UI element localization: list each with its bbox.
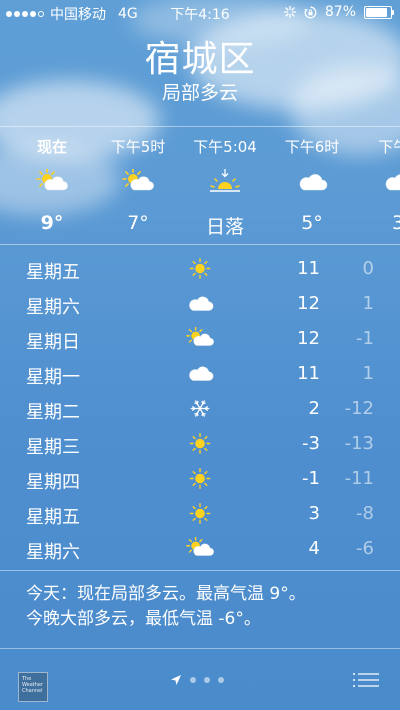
day-icon-wrap [186,467,214,491]
day-low-temp: -8 [356,503,374,524]
hourly-value: 7° [127,212,149,234]
summary-line-2: 今晚大部多云，最低气温 -6°。 [26,609,261,629]
day-high-temp: -1 [302,468,320,489]
cloud-icon [189,296,214,311]
sun-icon [189,468,211,489]
sunset-icon [210,169,240,192]
day-low-temp: -13 [344,433,374,454]
day-name: 星期五 [26,262,80,283]
hourly-icon-wrap [296,169,328,195]
page-dot[interactable] [190,677,196,683]
day-name: 星期五 [26,507,80,528]
day-name: 星期四 [26,472,80,493]
battery-icon [364,5,394,19]
day-high-temp: 11 [297,363,320,384]
day-low-temp: 1 [362,293,374,314]
day-high-temp: 11 [297,258,320,279]
daily-row: 星期日 12 -1 [0,322,400,357]
sun-icon [189,258,211,279]
hourly-icon-wrap [382,169,400,195]
day-name: 星期六 [26,542,80,563]
hourly-time: 现在 [36,138,67,156]
day-name: 星期六 [26,297,80,318]
today-summary: 今天：现在局部多云。最高气温 9°。 今晚大部多云，最低气温 -6°。 [26,582,386,632]
day-icon-wrap [186,502,214,526]
divider-hourly [0,244,400,245]
snowflake-icon [190,400,210,417]
orientation-lock-icon [304,6,317,18]
cloud-icon [299,174,328,191]
day-low-temp: -1 [356,328,374,349]
partly-cloudy-icon [186,536,214,556]
hourly-time: 下午5时 [110,138,166,156]
weather-channel-logo[interactable]: The Weather Channel [18,672,48,702]
hourly-value: 日落 [205,216,244,238]
daily-row: 星期六 4 -6 [0,532,400,567]
hourly-value: 5° [301,212,323,234]
sun-icon [189,503,211,524]
day-high-temp: 4 [308,538,320,559]
status-right: 87% [283,4,394,20]
hourly-time: 下午5:04 [193,138,257,156]
page-dot[interactable] [218,677,224,683]
city-name: 宿城区 [144,39,256,80]
day-high-temp: -3 [302,433,320,454]
daily-row: 星期五 11 0 [0,252,400,287]
daily-row: 星期二 2 -12 [0,392,400,427]
hourly-value: 3 [391,212,400,234]
hourly-time: 下午7 [378,138,400,156]
battery-percent: 87% [324,4,356,20]
summary-line-1: 今天：现在局部多云。最高气温 9°。 [26,584,306,604]
divider-summary [0,570,400,571]
current-condition: 局部多云 [161,82,238,104]
day-icon-wrap [186,536,214,561]
day-icon-wrap [186,432,214,456]
footer-bar: The Weather Channel [0,652,400,710]
activity-icon [283,6,296,18]
day-icon-wrap [186,397,214,421]
city-list-icon[interactable] [352,672,380,692]
partly-cloudy-icon [122,168,154,191]
hourly-icon-wrap [122,168,154,195]
hourly-value: 9° [40,212,64,234]
daily-row: 星期五 3 -8 [0,497,400,532]
day-name: 星期日 [26,332,80,353]
day-icon-wrap [186,326,214,351]
divider-footer [0,648,400,649]
day-high-temp: 3 [308,503,320,524]
hourly-forecast[interactable]: 现在 9° 下午5时 7° 下午5:04 日落 下午6时 5° 下午7 3 [0,126,400,244]
day-icon-wrap [186,362,214,386]
partly-cloudy-icon [36,168,68,191]
day-high-temp: 12 [297,328,320,349]
daily-row: 星期四 -1 -11 [0,462,400,497]
sun-icon [189,433,211,454]
cloud-icon [189,366,214,381]
hourly-icon-wrap [36,168,68,195]
day-low-temp: -6 [356,538,374,559]
partly-cloudy-icon [186,326,214,346]
battery-fill [366,7,387,17]
location-arrow-icon [171,675,181,685]
page-indicator[interactable] [170,674,224,686]
day-name: 星期二 [26,402,80,423]
day-high-temp: 12 [297,293,320,314]
cloud-icon [385,174,400,191]
daily-row: 星期一 11 1 [0,357,400,392]
page-dot[interactable] [204,677,210,683]
daily-row: 星期六 12 1 [0,287,400,322]
day-low-temp: -12 [344,398,374,419]
day-icon-wrap [186,292,214,316]
day-name: 星期一 [26,367,80,388]
day-low-temp: -11 [344,468,374,489]
hourly-time: 下午6时 [284,138,340,156]
day-low-temp: 0 [362,258,374,279]
day-low-temp: 1 [362,363,374,384]
hourly-icon-wrap [209,169,241,195]
status-bar: 中国移动 4G 下午4:16 87% [0,0,400,24]
daily-row: 星期三 -3 -13 [0,427,400,462]
day-name: 星期三 [26,437,80,458]
day-high-temp: 2 [308,398,320,419]
day-icon-wrap [186,257,214,281]
